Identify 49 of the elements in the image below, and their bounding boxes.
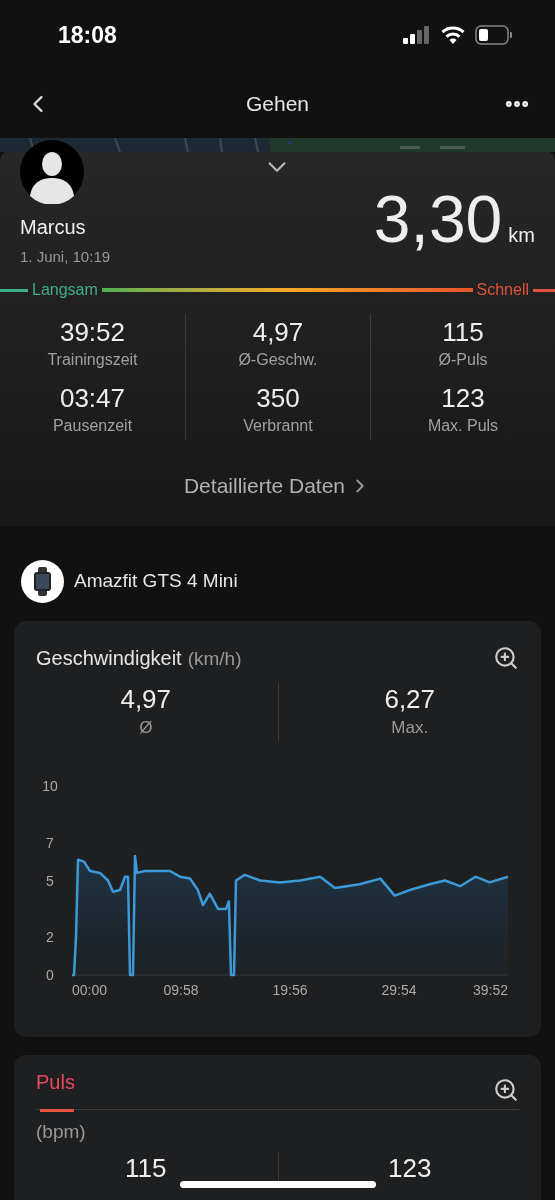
card-title: Geschwindigkeit xyxy=(36,645,182,671)
x-tick-label: 19:56 xyxy=(272,981,308,998)
stat-value: 4,97 xyxy=(120,683,172,715)
y-tick-label: 7 xyxy=(46,834,54,851)
stat-label: Verbrannt xyxy=(243,416,313,436)
stat-value: 115 xyxy=(125,1152,167,1184)
y-tick-label: 10 xyxy=(42,777,58,794)
avatar-icon xyxy=(20,140,84,204)
watch-icon xyxy=(21,559,64,603)
stat-value: 115 xyxy=(442,316,484,348)
stat-label: Max. Puls xyxy=(427,416,499,436)
wifi-icon xyxy=(441,26,465,44)
stat-label: Ø xyxy=(139,717,153,739)
zoom-in-button[interactable] xyxy=(493,644,519,671)
pace-slow-label: Langsam xyxy=(31,280,99,300)
workout-date: 1. Juni, 10:19 xyxy=(20,247,111,267)
unit-label: (km/h) xyxy=(187,646,242,671)
detailed-data-link[interactable]: Detaillierte Daten xyxy=(183,470,372,502)
signal-icon xyxy=(403,26,431,44)
stat-label: Pausenzeit xyxy=(52,416,133,436)
stat-label: Ø-Puls xyxy=(438,350,488,370)
stat-value: 123 xyxy=(388,1152,432,1184)
chart-tab[interactable]: Puls xyxy=(36,1066,75,1111)
y-tick-label: 5 xyxy=(46,872,54,888)
x-tick-label: 00:00 xyxy=(72,981,108,998)
stat-value: 123 xyxy=(441,382,485,414)
y-tick-label: 2 xyxy=(46,928,54,945)
stat-value: 39:52 xyxy=(59,316,126,348)
pace-fast-label: Schnell xyxy=(475,280,530,300)
stat-value: 03:47 xyxy=(59,382,126,414)
stat-value: 350 xyxy=(256,382,300,414)
user-name: Marcus xyxy=(20,215,86,240)
stat-label: Trainingszeit xyxy=(47,350,138,370)
device-name: Amazfit GTS 4 Mini xyxy=(74,568,238,593)
x-tick-label: 29:54 xyxy=(381,981,417,998)
stat-label: Ø-Geschw. xyxy=(238,350,318,370)
unit-label: (bpm) xyxy=(36,1120,86,1142)
stat-label: Max. xyxy=(391,717,429,739)
page-title: Gehen xyxy=(245,91,310,118)
y-tick-label: 0 xyxy=(46,966,54,983)
stat-value: 6,27 xyxy=(384,683,436,715)
distance-unit: km xyxy=(508,223,535,248)
x-tick-label: 09:58 xyxy=(163,981,199,998)
status-time: 18:08 xyxy=(58,20,117,50)
zoom-in-button[interactable] xyxy=(493,1076,519,1103)
stat-value: 4,97 xyxy=(252,316,304,348)
battery-icon xyxy=(475,25,513,45)
distance-value: 3,30 xyxy=(373,186,503,252)
x-tick-label: 39:52 xyxy=(472,981,508,998)
